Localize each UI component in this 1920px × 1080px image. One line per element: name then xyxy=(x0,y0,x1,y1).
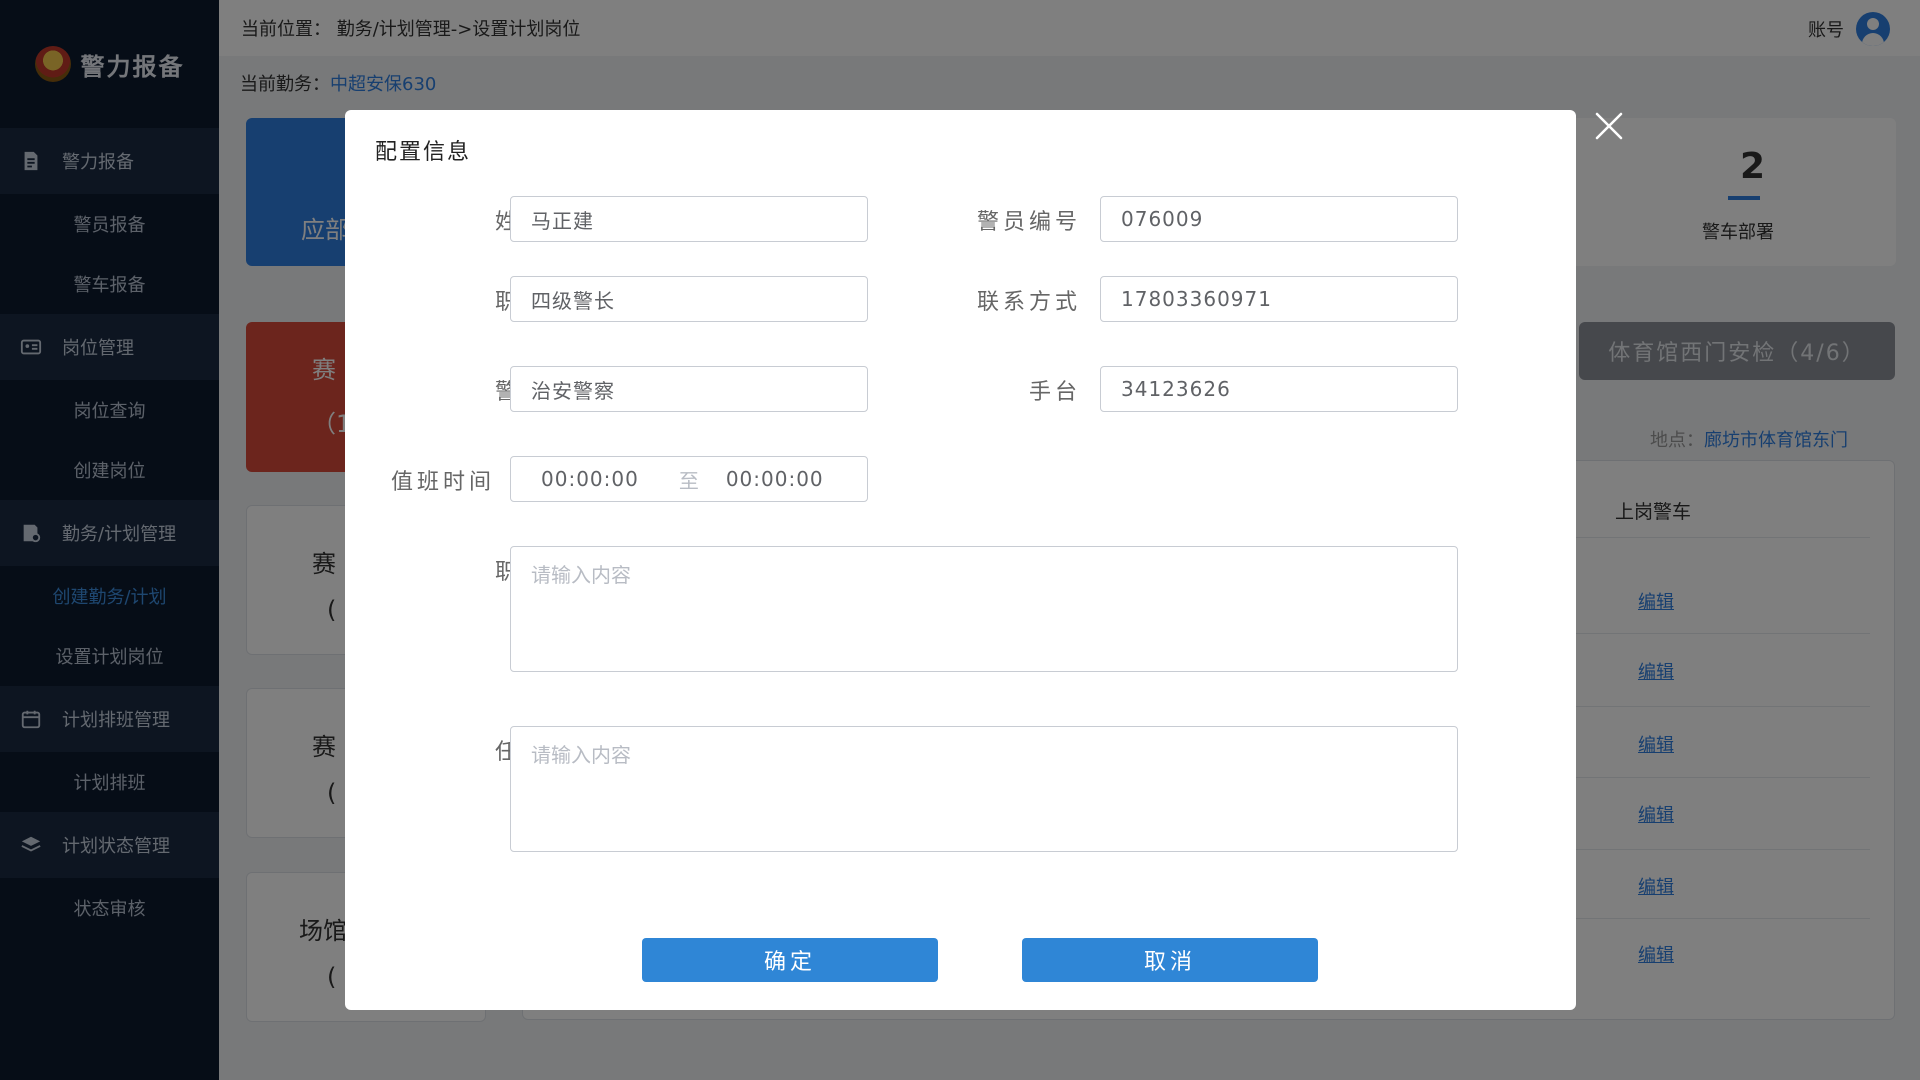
config-dialog: 配置信息 姓名 马正建 警员编号 076009 职务 四级警长 联系方式 178… xyxy=(345,110,1576,1010)
duty-time-start[interactable]: 00:00:00 xyxy=(541,467,639,491)
radio-input[interactable]: 34123626 xyxy=(1100,366,1458,412)
cancel-button[interactable]: 取消 xyxy=(1022,938,1318,982)
badge-no-input[interactable]: 076009 xyxy=(1100,196,1458,242)
contact-input[interactable]: 17803360971 xyxy=(1100,276,1458,322)
name-input[interactable]: 马正建 xyxy=(510,196,868,242)
task-textarea[interactable]: 请输入内容 xyxy=(510,726,1458,852)
close-icon xyxy=(1595,112,1623,140)
badge-no-label: 警员编号 xyxy=(976,210,1081,235)
duty-time-separator: 至 xyxy=(678,468,700,493)
duty-time-label: 值班时间 xyxy=(390,470,495,495)
contact-label: 联系方式 xyxy=(976,290,1081,315)
duty-time-end[interactable]: 00:00:00 xyxy=(726,467,824,491)
responsibility-textarea[interactable]: 请输入内容 xyxy=(510,546,1458,672)
confirm-button[interactable]: 确定 xyxy=(642,938,938,982)
position-input[interactable]: 四级警长 xyxy=(510,276,868,322)
radio-label: 手台 xyxy=(1028,380,1081,405)
dialog-title: 配置信息 xyxy=(375,140,472,165)
close-button[interactable] xyxy=(1594,110,1624,142)
duty-time-range[interactable]: 00:00:00 至 00:00:00 xyxy=(510,456,868,502)
police-type-input[interactable]: 治安警察 xyxy=(510,366,868,412)
